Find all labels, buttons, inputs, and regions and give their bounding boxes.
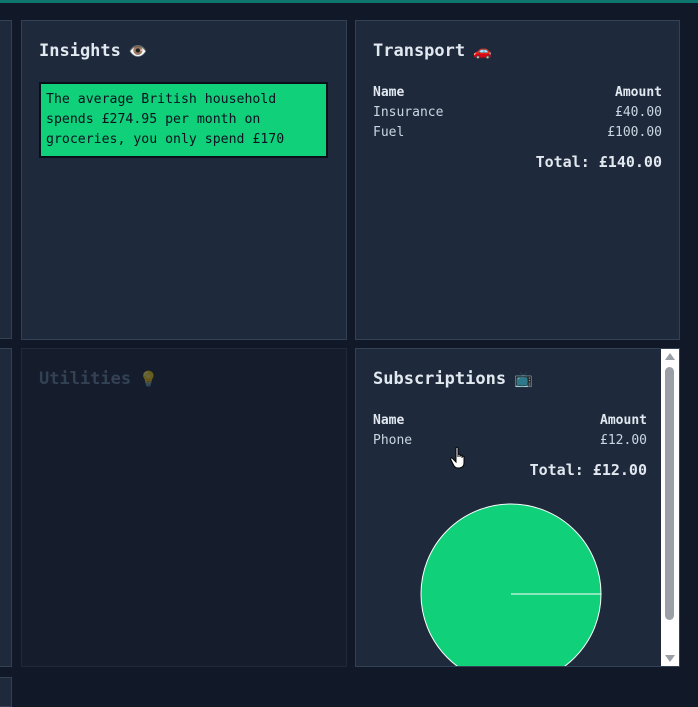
transport-table: Name Amount Insurance £40.00 Fuel £100.0… bbox=[373, 83, 662, 143]
utilities-title: Utilities 💡 bbox=[39, 369, 158, 389]
subscriptions-table: Name Amount Phone £12.00 bbox=[373, 411, 647, 451]
left-card-edge-top bbox=[0, 20, 12, 339]
row-amount: £12.00 bbox=[600, 433, 647, 448]
row-name: Fuel bbox=[373, 125, 405, 140]
subscriptions-title: Subscriptions 📺 bbox=[373, 369, 533, 389]
table-header: Name Amount bbox=[373, 83, 662, 103]
insights-title: Insights 👁️ bbox=[39, 41, 148, 61]
scrollbar[interactable] bbox=[661, 349, 679, 666]
column-name-header: Name bbox=[373, 85, 405, 100]
transport-card: Transport 🚗 Name Amount Insurance £40.00 … bbox=[355, 20, 680, 340]
column-amount-header: Amount bbox=[615, 85, 662, 100]
row-name: Insurance bbox=[373, 105, 444, 120]
column-amount-header: Amount bbox=[600, 413, 647, 428]
utilities-card: Utilities 💡 bbox=[21, 348, 347, 667]
row-amount: £40.00 bbox=[615, 105, 662, 120]
top-accent-line bbox=[0, 0, 698, 3]
subscriptions-card[interactable]: Subscriptions 📺 Name Amount Phone £12.00 … bbox=[355, 348, 680, 667]
tv-icon: 📺 bbox=[514, 370, 533, 388]
table-header: Name Amount bbox=[373, 411, 647, 431]
column-name-header: Name bbox=[373, 413, 405, 428]
scroll-up-arrow-icon[interactable] bbox=[665, 353, 675, 360]
row-amount: £100.00 bbox=[607, 125, 662, 140]
subscriptions-pie-chart bbox=[420, 503, 602, 667]
car-icon: 🚗 bbox=[473, 42, 492, 60]
lightbulb-icon: 💡 bbox=[139, 370, 158, 388]
hand-cursor-icon bbox=[450, 446, 465, 469]
left-card-edge-bottom bbox=[0, 677, 12, 707]
pie-slice[interactable] bbox=[420, 503, 602, 667]
insights-card: Insights 👁️ The average British household… bbox=[21, 20, 347, 340]
row-name: Phone bbox=[373, 433, 413, 448]
insight-message: The average British household spends £27… bbox=[39, 82, 328, 158]
subscriptions-total: Total: £12.00 bbox=[529, 461, 647, 479]
transport-total: Total: £140.00 bbox=[535, 153, 662, 171]
eye-icon: 👁️ bbox=[128, 42, 148, 60]
table-row: Phone £12.00 bbox=[373, 431, 647, 451]
table-row: Insurance £40.00 bbox=[373, 103, 662, 123]
scroll-down-arrow-icon[interactable] bbox=[665, 655, 675, 662]
scrollbar-thumb[interactable] bbox=[665, 367, 674, 620]
transport-title: Transport 🚗 bbox=[373, 41, 492, 61]
left-card-edge-middle bbox=[0, 348, 12, 667]
table-row: Fuel £100.00 bbox=[373, 123, 662, 143]
